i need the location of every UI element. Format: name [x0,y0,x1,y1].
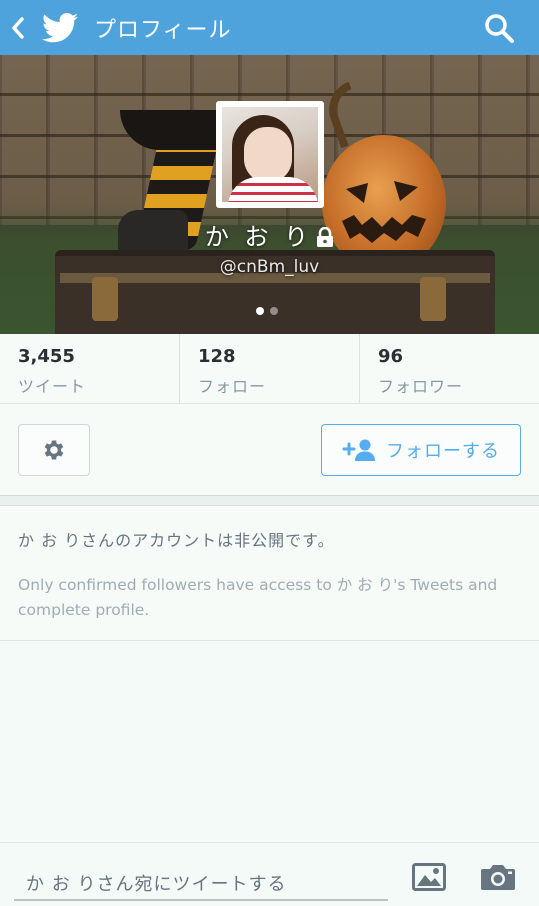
avatar-image [222,107,318,202]
twitter-logo [40,0,80,55]
profile-header-image[interactable]: か お り @cnBm_luv [0,55,539,334]
twitter-bird-icon [42,12,78,42]
empty-timeline [0,642,539,842]
search-button[interactable] [479,8,519,48]
notice-body: Only confirmed followers have access to … [18,576,498,619]
stat-followers[interactable]: 96 フォロワー [360,334,539,403]
reply-tweet-input[interactable] [14,855,388,901]
section-divider [0,496,539,506]
protected-account-notice: か お りさんのアカウントは非公開です。 Only confirmed foll… [0,507,539,641]
stat-value: 3,455 [18,346,75,367]
image-icon [412,863,446,891]
search-icon [485,14,514,43]
page-title: プロフィール [94,17,232,43]
chevron-left-icon [12,16,24,39]
avatar[interactable] [216,101,324,208]
add-user-icon [342,439,375,461]
camera-icon [481,865,515,890]
stat-following[interactable]: 128 フォロー [180,334,360,403]
back-button[interactable] [0,0,36,55]
profile-handle: @cnBm_luv [219,257,320,277]
stat-label: ツイート [18,377,87,396]
gear-icon [44,440,64,460]
profile-name-text: か お り [204,223,313,251]
profile-actions: フォローする [0,404,539,496]
follow-button[interactable]: フォローする [321,424,521,476]
stat-label: フォロワー [378,377,464,396]
camera-button[interactable] [478,861,518,893]
page-dot-2 [270,307,278,315]
page-indicator [256,307,278,315]
lock-icon [316,225,334,253]
follow-button-label: フォローする [386,441,500,462]
profile-stats: 3,455 ツイート 128 フォロー 96 フォロワー [0,334,539,404]
stat-label: フォロー [198,377,267,396]
notice-title: か お りさんのアカウントは非公開です。 [18,531,335,550]
stat-tweets[interactable]: 3,455 ツイート [0,334,180,403]
app-bar: プロフィール [0,0,539,55]
stat-value: 96 [378,346,404,367]
settings-button[interactable] [18,424,90,476]
stat-value: 128 [198,346,236,367]
page-dot-1 [256,307,264,315]
profile-name: か お り [0,217,539,253]
compose-bar [0,842,539,906]
attach-photo-button[interactable] [410,861,448,893]
